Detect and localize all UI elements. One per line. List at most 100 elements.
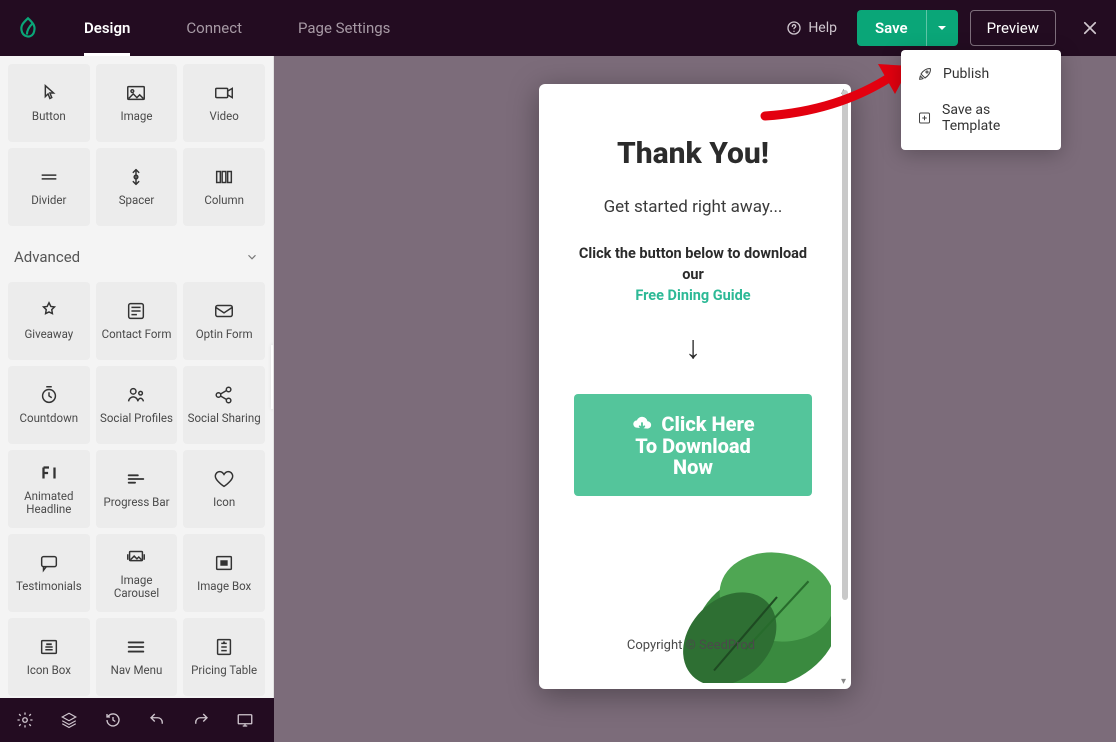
chevron-down-icon (245, 250, 259, 264)
scrollbar-thumb[interactable] (842, 90, 848, 600)
block-countdown[interactable]: Countdown (8, 366, 90, 444)
desktop-icon (236, 711, 254, 729)
preview-viewport[interactable]: Thank You! Get started right away... Cli… (545, 90, 841, 683)
block-label: Nav Menu (111, 664, 163, 677)
nav-menu-icon (125, 636, 147, 658)
help-link[interactable]: Help (786, 20, 837, 36)
optin-form-icon (213, 300, 235, 322)
block-image[interactable]: Image (96, 64, 178, 142)
save-dropdown-menu: Publish Save as Template (901, 50, 1061, 150)
testimonials-icon (38, 552, 60, 574)
mobile-preview-frame: Thank You! Get started right away... Cli… (539, 84, 851, 689)
block-spacer[interactable]: Spacer (96, 148, 178, 226)
undo-icon (148, 711, 166, 729)
block-optin-form[interactable]: Optin Form (183, 282, 265, 360)
basic-block-grid: Button Image Video Divider Spacer Column (0, 56, 273, 234)
cloud-download-icon (631, 413, 653, 435)
logo-icon (0, 0, 56, 56)
page-footer: Copyright © SeedProd (551, 533, 831, 683)
caret-down-icon (937, 23, 947, 33)
block-label: Testimonials (16, 580, 82, 593)
menu-publish[interactable]: Publish (901, 56, 1061, 92)
block-button[interactable]: Button (8, 64, 90, 142)
help-label: Help (808, 20, 837, 36)
block-label: Video (210, 110, 239, 123)
save-button[interactable]: Save (857, 10, 926, 46)
save-template-icon (917, 110, 932, 126)
image-box-icon (213, 552, 235, 574)
block-image-carousel[interactable]: Image Carousel (96, 534, 178, 612)
block-label: Contact Form (102, 328, 172, 341)
block-social-sharing[interactable]: Social Sharing (183, 366, 265, 444)
social-profiles-icon (125, 384, 147, 406)
block-label: Social Sharing (188, 412, 261, 425)
responsive-button[interactable] (236, 711, 254, 729)
block-label: Image Box (197, 580, 251, 593)
page-subtitle: Get started right away... (569, 197, 817, 217)
header-tabs: Design Connect Page Settings (56, 0, 418, 56)
tab-page-settings[interactable]: Page Settings (270, 0, 418, 56)
pointer-icon (38, 82, 60, 104)
block-icon[interactable]: Icon (183, 450, 265, 528)
image-carousel-icon (125, 546, 147, 568)
block-image-box[interactable]: Image Box (183, 534, 265, 612)
close-button[interactable] (1070, 8, 1110, 48)
block-testimonials[interactable]: Testimonials (8, 534, 90, 612)
icon-box-icon (38, 636, 60, 658)
save-dropdown-toggle[interactable] (926, 10, 958, 46)
block-label: Icon (213, 496, 235, 509)
block-pricing-table[interactable]: Pricing Table (183, 618, 265, 696)
block-nav-menu[interactable]: Nav Menu (96, 618, 178, 696)
help-icon (786, 20, 802, 36)
download-cta-button[interactable]: Click Here To Download Now (574, 394, 812, 496)
block-giveaway[interactable]: Giveaway (8, 282, 90, 360)
tab-connect[interactable]: Connect (158, 0, 270, 56)
block-column[interactable]: Column (183, 148, 265, 226)
advanced-block-grid: Giveaway Contact Form Optin Form Countdo… (0, 274, 273, 698)
undo-button[interactable] (148, 711, 166, 729)
layers-icon (60, 711, 78, 729)
countdown-icon (38, 384, 60, 406)
block-progress-bar[interactable]: Progress Bar (96, 450, 178, 528)
advanced-section-toggle[interactable]: Advanced (0, 234, 273, 274)
redo-button[interactable] (192, 711, 210, 729)
block-social-profiles[interactable]: Social Profiles (96, 366, 178, 444)
tab-design[interactable]: Design (56, 0, 158, 56)
pricing-table-icon (213, 636, 235, 658)
block-icon-box[interactable]: Icon Box (8, 618, 90, 696)
layers-button[interactable] (60, 711, 78, 729)
leaf-image (651, 533, 831, 683)
block-label: Divider (31, 194, 66, 207)
block-label: Countdown (20, 412, 79, 425)
block-video[interactable]: Video (183, 64, 265, 142)
menu-save-template-label: Save as Template (942, 102, 1045, 134)
spacer-icon (125, 166, 147, 188)
cta-line2: To Download (635, 436, 751, 457)
block-divider[interactable]: Divider (8, 148, 90, 226)
divider-icon (38, 166, 60, 188)
down-arrow-icon: ↓ (569, 328, 817, 366)
block-label: Spacer (119, 194, 155, 207)
heart-icon (213, 468, 235, 490)
block-label: Column (204, 194, 244, 207)
top-bar: Design Connect Page Settings Help Save P… (0, 0, 1116, 56)
guide-link[interactable]: Free Dining Guide (635, 287, 750, 304)
giveaway-icon (38, 300, 60, 322)
block-contact-form[interactable]: Contact Form (96, 282, 178, 360)
close-icon (1081, 19, 1099, 37)
bottom-toolbar (0, 698, 274, 742)
block-label: Animated Headline (12, 490, 86, 516)
menu-save-template[interactable]: Save as Template (901, 92, 1061, 144)
page-title: Thank You! (569, 136, 817, 171)
block-animated-headline[interactable]: Animated Headline (8, 450, 90, 528)
preview-button[interactable]: Preview (970, 10, 1056, 46)
progress-bar-icon (125, 468, 147, 490)
menu-publish-label: Publish (943, 66, 989, 82)
video-icon (213, 82, 235, 104)
block-label: Social Profiles (100, 412, 173, 425)
history-button[interactable] (104, 711, 122, 729)
block-label: Image Carousel (100, 574, 174, 600)
settings-button[interactable] (16, 711, 34, 729)
history-icon (104, 711, 122, 729)
preview-scrollbar[interactable]: ▴ ▾ (842, 90, 848, 683)
